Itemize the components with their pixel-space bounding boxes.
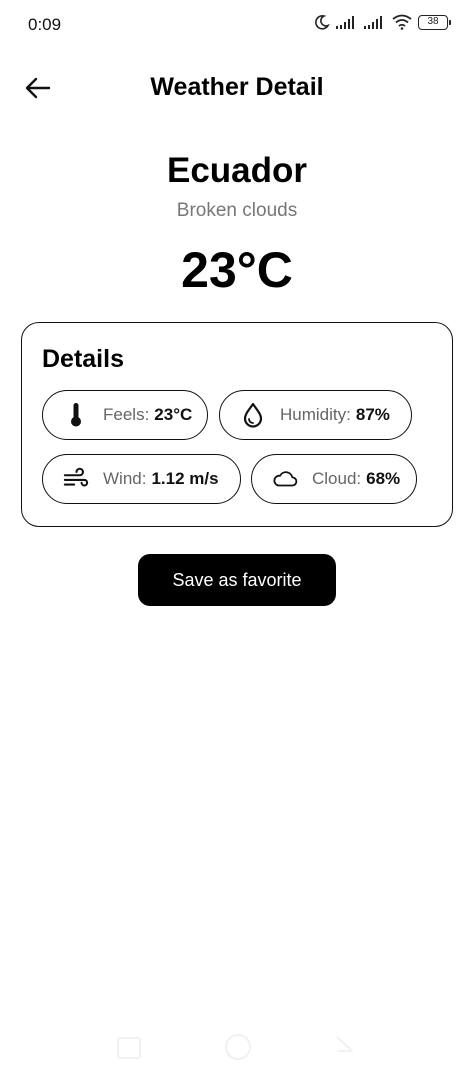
wind-label: Wind: <box>103 469 147 488</box>
humidity-value: 87% <box>355 405 390 424</box>
cloud-value: 68% <box>366 469 401 488</box>
recent-apps-button[interactable] <box>117 1037 141 1059</box>
cloud-label: Cloud: <box>312 469 362 488</box>
humidity-label: Humidity: <box>280 405 351 424</box>
city-name: Ecuador <box>166 151 308 190</box>
moon-icon <box>315 15 330 30</box>
status-icons: 38 <box>314 14 451 30</box>
battery-icon: 38 <box>418 14 451 30</box>
wind-icon <box>63 466 89 492</box>
wind-chip: Wind: 1.12 m/s <box>42 454 241 504</box>
details-title: Details <box>42 345 124 373</box>
feels-like-value: 23°C <box>154 405 193 424</box>
feels-like-label: Feels: <box>103 405 150 424</box>
feels-like-chip: Feels: 23°C <box>42 390 208 440</box>
nav-back-button[interactable] <box>334 1034 354 1054</box>
status-time: 0:09 <box>28 15 62 34</box>
humidity-chip: Humidity: 87% <box>219 390 412 440</box>
signal-icon <box>336 16 354 29</box>
cloud-icon <box>272 466 298 492</box>
wifi-icon <box>392 14 412 30</box>
details-card: Details Feels: 23°C Humidity: 87% Wind: … <box>21 322 453 527</box>
navigation-bar <box>0 1020 474 1080</box>
cloud-chip: Cloud: 68% <box>251 454 417 504</box>
status-bar: 0:09 38 <box>0 0 474 50</box>
signal-icon <box>364 16 382 29</box>
home-button[interactable] <box>225 1034 251 1060</box>
weather-condition: Broken clouds <box>176 200 298 221</box>
page-title: Weather Detail <box>150 73 324 101</box>
save-favorite-button[interactable]: Save as favorite <box>138 554 336 606</box>
wind-value: 1.12 m/s <box>151 469 219 488</box>
water-drop-icon <box>240 402 266 428</box>
temperature-value: 23°C <box>181 242 293 298</box>
thermometer-icon <box>63 402 89 428</box>
